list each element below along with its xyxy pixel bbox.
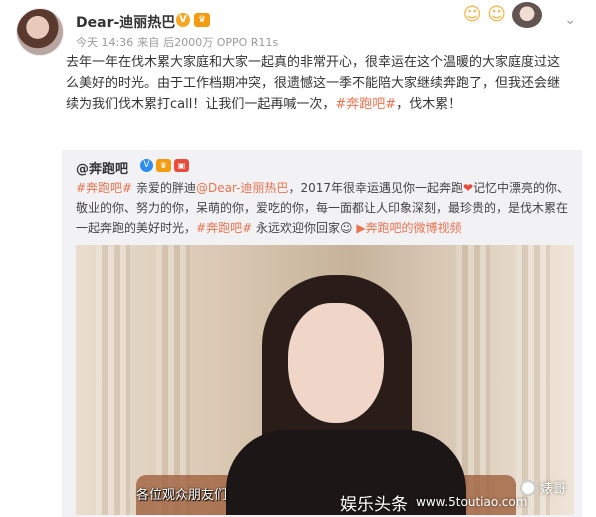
post-header: Dear-迪丽热巴 V ♛ 今天 14:36 来自 后2000万 OPPO R11s… [16,2,576,56]
smile-emoji-icon: ☺ [339,221,353,235]
video-subtitle: 各位观众朋友们 [136,488,228,503]
repost-verified-icon: V [140,159,153,172]
repost-vip-badge-icon: ▣ [174,159,189,172]
video-person-face [288,303,384,423]
repost-text-4: 永远欢迎你回家 [252,221,340,235]
avatar[interactable] [16,8,64,56]
repost-member-badge-icon: ♛ [156,159,171,172]
member-badge-icon: ♛ [194,13,210,27]
heart-icon: ❤ [462,181,474,195]
post-source-prefix: 来自 [137,36,160,49]
verified-icon: V [176,13,190,27]
chevron-down-icon[interactable]: ⌄ [564,12,576,28]
video-player[interactable]: 各位观众朋友们 [76,245,574,515]
repost-hashtag-2[interactable]: #奔跑吧# [196,221,252,235]
watermark-logo-icon [520,480,536,496]
curtain-left [96,245,130,515]
repost-video-link[interactable]: 奔跑吧的微博视频 [366,221,462,235]
post-text-before: 去年一年在伐木累大家庭和大家一起真的非常开心，很幸运在这个温暖的大家庭度过这么美… [66,55,561,112]
repost-text-1: 亲爱的胖迪 [132,181,196,195]
repost-hashtag-1[interactable]: #奔跑吧# [76,181,132,195]
post-time: 今天 14:36 [76,36,134,49]
post-text: 去年一年在伐木累大家庭和大家一起真的非常开心，很幸运在这个温暖的大家庭度过这么美… [66,52,566,115]
repost-username[interactable]: @奔跑吧 [76,158,128,177]
watermark-site: www.5toutiao.com [416,495,528,509]
curtain-right-2 [516,245,550,515]
post-meta: 今天 14:36 来自 后2000万 OPPO R11s [76,34,282,50]
header-emoji-icons: ☺ ☺ [462,4,506,25]
watermark-main: 娱乐头条 [340,495,408,515]
repost-mention[interactable]: @Dear-迪丽热巴 [196,181,288,195]
video-icon[interactable]: ▶ [356,221,365,235]
post-hashtag[interactable]: #奔跑吧# [335,97,396,112]
repost-text-2: ，2017年很幸运遇见你一起奔跑 [288,181,463,195]
repost-card[interactable]: @奔跑吧 V ♛ ▣ #奔跑吧# 亲爱的胖迪@Dear-迪丽热巴，2017年很幸… [62,150,582,517]
header-decoration-photo [512,2,542,28]
post-text-after: ，伐木累！ [396,97,462,112]
post-username[interactable]: Dear-迪丽热巴 [76,12,175,32]
post-device[interactable]: 后2000万 OPPO R11s [163,36,278,49]
watermark-account: 婊哥 [540,482,567,497]
repost-text: #奔跑吧# 亲爱的胖迪@Dear-迪丽热巴，2017年很幸运遇见你一起奔跑❤记忆… [76,178,576,238]
